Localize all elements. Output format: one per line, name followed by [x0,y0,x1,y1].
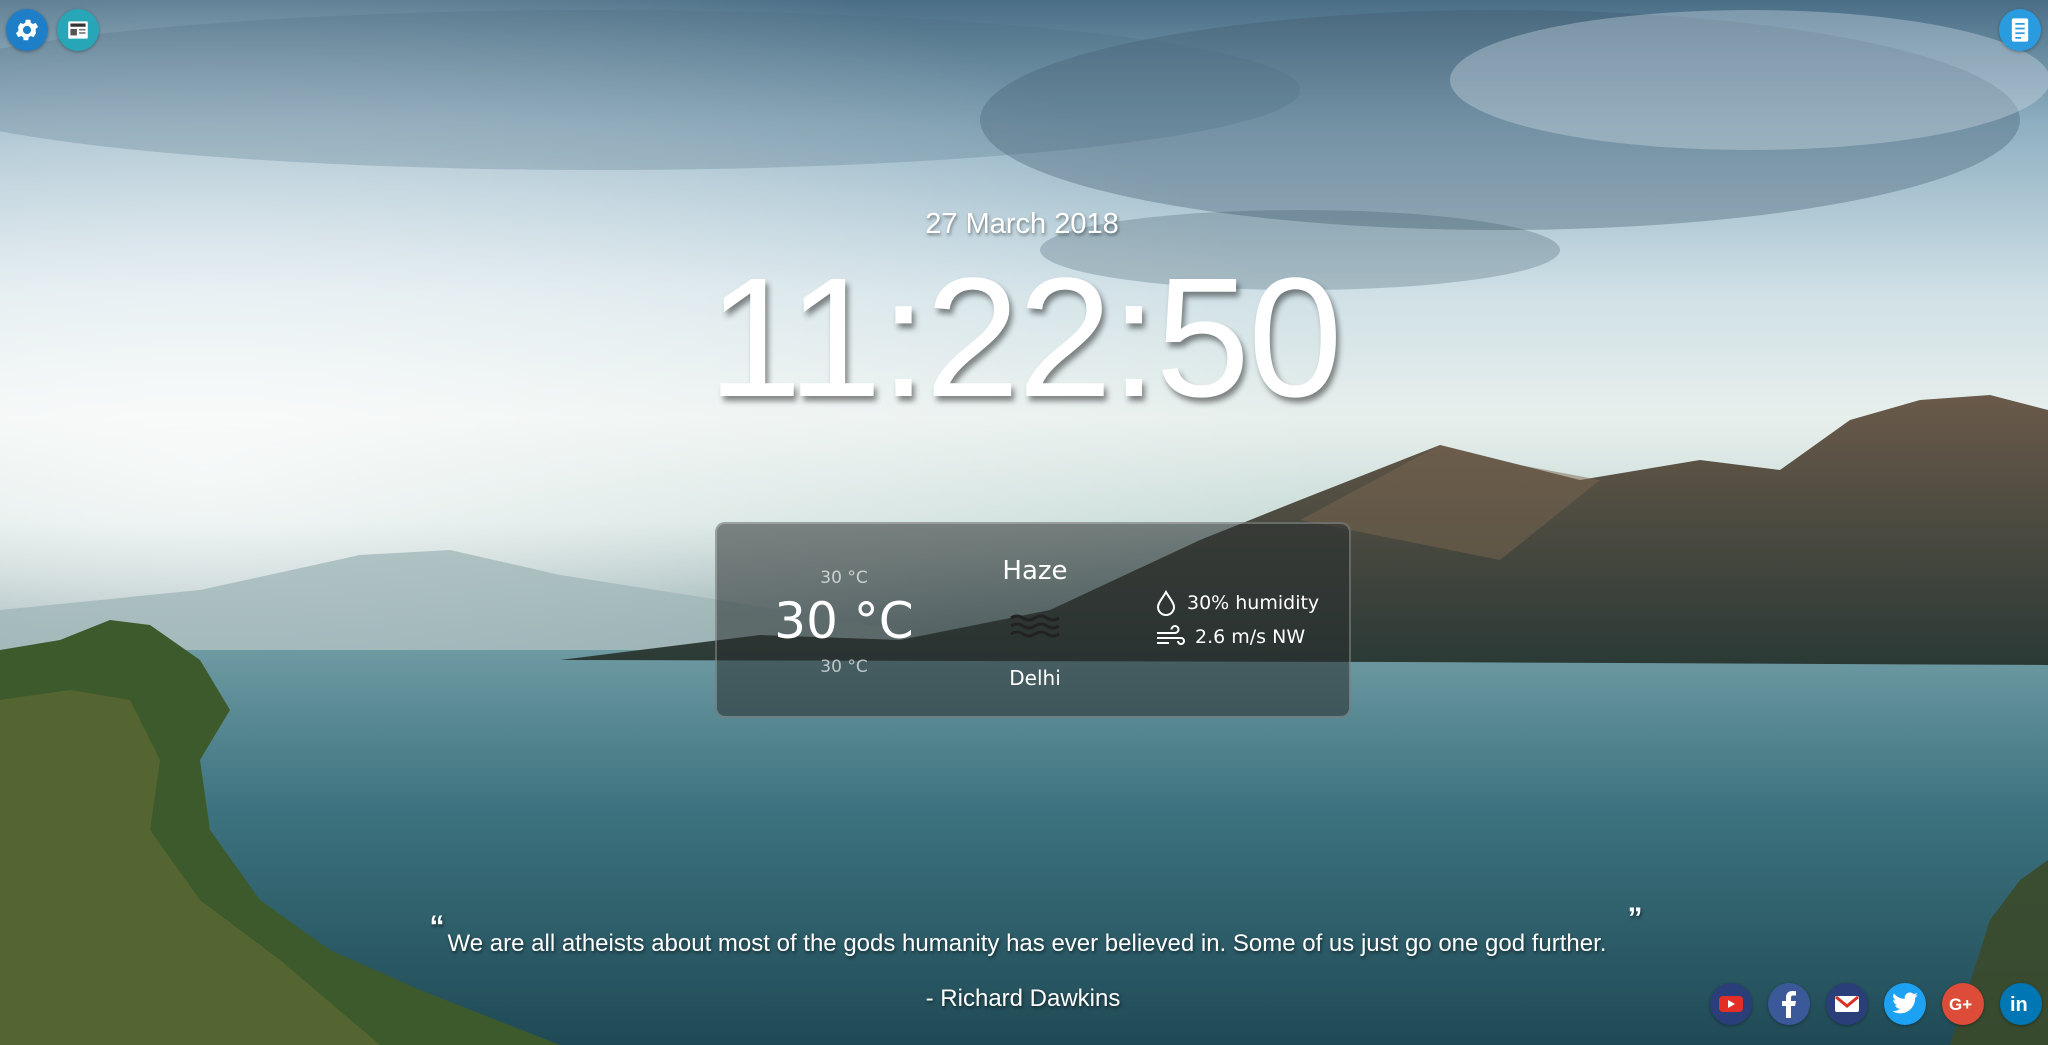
twitter-button[interactable] [1884,983,1926,1025]
clock: 11:22:50 [0,248,2048,428]
weather-condition: Haze [1002,556,1068,586]
temperature: 30 °C [774,592,914,650]
wind-icon [1157,625,1185,645]
humidity-row: 30% humidity [1155,590,1319,616]
news-button[interactable] [57,9,99,51]
quote-block: “ We are all atheists about most of the … [430,902,1643,958]
facebook-button[interactable] [1768,983,1810,1025]
linkedin-button[interactable]: in [2000,983,2042,1025]
svg-text:G+: G+ [1949,995,1972,1014]
facebook-icon [1782,991,1796,1018]
open-quote-mark: “ [429,910,445,943]
quote: “ We are all atheists about most of the … [0,902,2048,958]
wind-text: 2.6 m/s NW [1195,626,1306,648]
wind-row: 2.6 m/s NW [1155,625,1305,649]
date-text: 27 March 2018 [925,208,1119,240]
linkedin-icon: in [2010,994,2028,1015]
weather-panel[interactable]: 30 °C 30 °C 30 °C Haze Delhi 30% humidit… [715,522,1351,718]
date-label: 27 March 2018 [0,208,2048,241]
social-links: G+ in [1710,983,2042,1025]
haze-icon [1010,614,1060,638]
svg-text:in: in [2010,994,2028,1015]
notepad-icon [2011,18,2029,42]
mail-icon [1835,995,1859,1012]
clock-time: 11:22:50 [707,243,1342,433]
google-plus-icon: G+ [1949,995,1972,1014]
twitter-icon [1892,992,1918,1014]
notes-button[interactable] [1999,9,2041,51]
youtube-button[interactable] [1710,983,1752,1025]
droplet-icon [1156,590,1176,616]
close-quote-mark: ” [1627,902,1643,935]
temp-max: 30 °C [820,568,868,588]
settings-button[interactable] [6,9,48,51]
gmail-button[interactable] [1826,983,1868,1025]
gear-icon [15,19,39,41]
newspaper-icon [68,21,88,39]
google-plus-button[interactable]: G+ [1942,983,1984,1025]
temp-min: 30 °C [820,657,868,677]
quote-author-text: - Richard Dawkins [925,985,1121,1012]
youtube-icon [1719,996,1743,1012]
humidity-text: 30% humidity [1187,592,1320,614]
quote-text: We are all atheists about most of the go… [447,930,1607,957]
weather-city: Delhi [1009,666,1061,690]
